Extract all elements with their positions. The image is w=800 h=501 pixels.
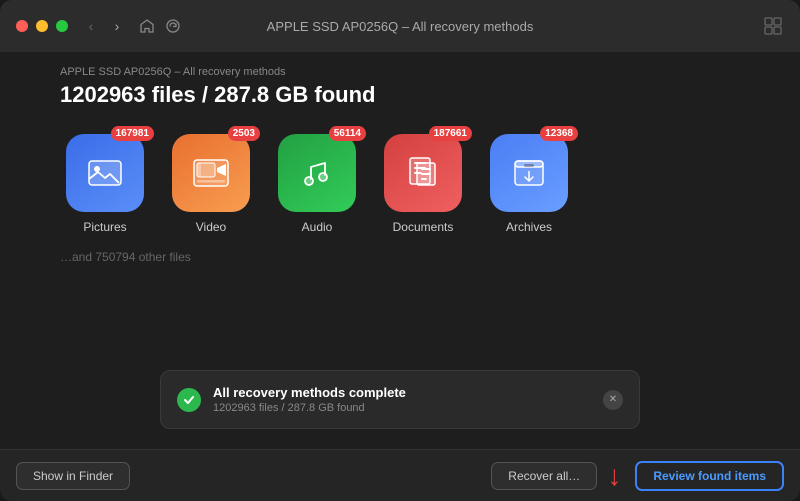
pictures-card[interactable]: 167981 Pictures xyxy=(60,134,150,234)
bottom-right-actions: Recover all… ↓ Review found items xyxy=(491,460,784,492)
video-badge: 2503 xyxy=(228,126,260,141)
archives-card[interactable]: 12368 Archives xyxy=(484,134,574,234)
close-button[interactable] xyxy=(16,20,28,32)
audio-card[interactable]: 56114 Audio xyxy=(272,134,362,234)
back-button[interactable]: ‹ xyxy=(80,15,102,37)
other-files-text: …and 750794 other files xyxy=(60,250,740,264)
main-window: ‹ › APPLE SSD AP0256Q – All recovery met… xyxy=(0,0,800,501)
recovery-button[interactable] xyxy=(162,15,184,37)
traffic-lights xyxy=(16,20,68,32)
audio-label: Audio xyxy=(302,220,333,234)
titlebar: ‹ › APPLE SSD AP0256Q – All recovery met… xyxy=(0,0,800,52)
bottom-bar: Show in Finder Recover all… ↓ Review fou… xyxy=(0,449,800,501)
page-title: 1202963 files / 287.8 GB found xyxy=(60,82,740,108)
notification-bar: All recovery methods complete 1202963 fi… xyxy=(160,370,640,429)
check-icon xyxy=(177,388,201,412)
audio-badge: 56114 xyxy=(329,126,366,141)
notification-text: All recovery methods complete 1202963 fi… xyxy=(213,385,591,414)
minimize-button[interactable] xyxy=(36,20,48,32)
forward-button[interactable]: › xyxy=(106,15,128,37)
documents-label: Documents xyxy=(393,220,454,234)
recover-all-button[interactable]: Recover all… xyxy=(491,462,597,490)
pictures-label: Pictures xyxy=(83,220,126,234)
view-toggle-icon[interactable] xyxy=(762,15,784,37)
home-button[interactable] xyxy=(136,15,158,37)
titlebar-right xyxy=(762,15,784,37)
notification-close-button[interactable]: ✕ xyxy=(603,390,623,410)
video-card[interactable]: 2503 Video xyxy=(166,134,256,234)
notification-subtitle: 1202963 files / 287.8 GB found xyxy=(213,402,591,414)
breadcrumb-bar: APPLE SSD AP0256Q – All recovery methods… xyxy=(0,52,800,114)
review-found-items-button[interactable]: Review found items xyxy=(635,461,784,491)
window-title: APPLE SSD AP0256Q – All recovery methods xyxy=(267,19,534,34)
documents-card[interactable]: 187661 Documents xyxy=(378,134,468,234)
archives-badge: 12368 xyxy=(540,126,578,141)
video-label: Video xyxy=(196,220,226,234)
nav-buttons: ‹ › xyxy=(80,15,128,37)
breadcrumb: APPLE SSD AP0256Q – All recovery methods xyxy=(60,66,740,78)
file-type-cards: 167981 Pictures 2503 xyxy=(60,134,740,234)
content-area: 167981 Pictures 2503 xyxy=(0,114,800,449)
documents-badge: 187661 xyxy=(429,126,472,141)
archives-label: Archives xyxy=(506,220,552,234)
maximize-button[interactable] xyxy=(56,20,68,32)
pictures-badge: 167981 xyxy=(111,126,154,141)
arrow-icon: ↓ xyxy=(607,460,621,492)
show-in-finder-button[interactable]: Show in Finder xyxy=(16,462,130,490)
notification-title: All recovery methods complete xyxy=(213,385,591,400)
